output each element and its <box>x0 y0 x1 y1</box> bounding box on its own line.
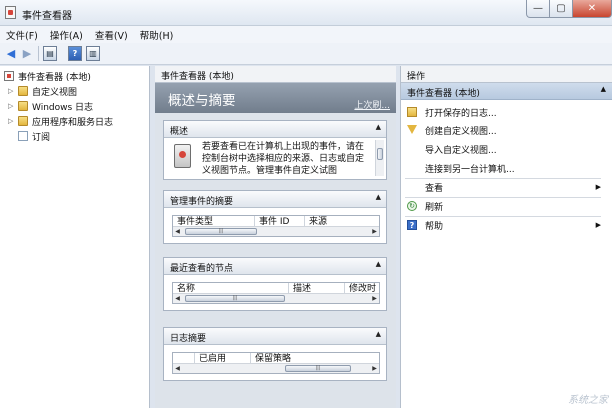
submenu-arrow-icon: ▶ <box>595 221 601 229</box>
menu-bar: 文件(F) 操作(A) 查看(V) 帮助(H) <box>0 26 612 43</box>
actions-pane: 操作 事件查看器 (本地) ▲ 打开保存的日志... 创建自定义视图... 导入… <box>400 66 612 408</box>
expand-arrow-icon[interactable]: ▷ <box>8 87 16 95</box>
center-pane: 事件查看器 (本地) 概述与摘要 上次刷... 概述 ▲ 若要查看已在计算机上出… <box>155 66 396 408</box>
tree-item-label: 事件查看器 (本地) <box>18 72 91 83</box>
vertical-scrollbar[interactable] <box>375 140 384 176</box>
tree-item-windows-logs[interactable]: ▷ Windows 日志 <box>8 99 93 113</box>
tree-item-app-service-logs[interactable]: ▷ 应用程序和服务日志 <box>8 114 113 128</box>
action-refresh[interactable]: ↻ 刷新 <box>401 198 601 214</box>
collapse-chevron-icon[interactable]: ▲ <box>376 260 381 268</box>
tree-item-label: 订阅 <box>32 132 51 143</box>
folder-icon <box>18 116 28 126</box>
event-viewer-icon <box>4 71 14 81</box>
action-view[interactable]: 查看 ▶ <box>401 179 601 195</box>
center-pane-header: 事件查看器 (本地) <box>155 66 396 83</box>
filter-icon <box>407 125 417 134</box>
actions-header: 操作 <box>401 66 612 83</box>
tree-item-custom-views[interactable]: ▷ 自定义视图 <box>8 84 77 98</box>
admin-events-table[interactable]: 事件类型 事件 ID 来源 ◀ ||| ▶ <box>172 215 380 237</box>
overview-text: 若要查看已在计算机上出现的事件，请在控制台树中选择相应的来源、日志或自定义视图节… <box>202 142 365 176</box>
collapse-chevron-icon[interactable]: ▲ <box>376 123 381 131</box>
toolbar-divider <box>38 46 39 61</box>
open-folder-icon <box>407 107 417 117</box>
minimize-button[interactable]: — <box>526 0 550 18</box>
folder-icon <box>18 101 28 111</box>
scroll-right-icon[interactable]: ▶ <box>370 294 379 303</box>
section-title: 概述 <box>170 127 189 137</box>
overview-banner: 概述与摘要 上次刷... <box>155 83 396 113</box>
log-summary-table[interactable]: 已启用 保留策略 ◀ ||| ▶ <box>172 352 380 374</box>
expand-arrow-icon[interactable]: ▷ <box>8 102 16 110</box>
section-header[interactable]: 管理事件的摘要 ▲ <box>164 191 386 208</box>
forward-arrow-icon[interactable]: ▶ <box>20 46 34 61</box>
window-title: 事件查看器 <box>22 11 72 22</box>
collapse-chevron-icon[interactable]: ▲ <box>376 330 381 338</box>
section-title: 日志摘要 <box>170 334 207 344</box>
scroll-left-icon[interactable]: ◀ <box>173 227 182 236</box>
recent-nodes-table[interactable]: 名称 描述 修改时 ◀ ||| ▶ <box>172 282 380 304</box>
horizontal-scrollbar[interactable]: ◀ ||| ▶ <box>173 226 379 236</box>
tree-item-label: 应用程序和服务日志 <box>32 117 114 128</box>
tree-item-root[interactable]: 事件查看器 (本地) <box>4 69 91 83</box>
show-hide-tree-icon[interactable]: ▤ <box>43 46 57 61</box>
section-title: 最近查看的节点 <box>170 264 234 274</box>
action-label: 打开保存的日志... <box>425 108 497 119</box>
submenu-arrow-icon: ▶ <box>595 183 601 191</box>
action-label: 刷新 <box>425 202 444 213</box>
scroll-left-icon[interactable]: ◀ <box>173 364 182 373</box>
last-refresh-link[interactable]: 上次刷... <box>354 98 390 111</box>
section-title: 管理事件的摘要 <box>170 197 234 207</box>
scroll-right-icon[interactable]: ▶ <box>370 227 379 236</box>
subscription-icon <box>18 131 28 141</box>
section-header[interactable]: 日志摘要 ▲ <box>164 328 386 345</box>
section-header[interactable]: 概述 ▲ <box>164 121 386 138</box>
section-header[interactable]: 最近查看的节点 ▲ <box>164 258 386 275</box>
refresh-icon: ↻ <box>407 201 417 211</box>
admin-events-summary-section: 管理事件的摘要 ▲ 事件类型 事件 ID 来源 ◀ ||| ▶ <box>163 190 387 244</box>
expand-arrow-icon[interactable]: ▷ <box>8 117 16 125</box>
log-summary-section: 日志摘要 ▲ 已启用 保留策略 ◀ ||| ▶ <box>163 327 387 381</box>
show-action-pane-icon[interactable]: ▥ <box>86 46 100 61</box>
action-import-custom-view[interactable]: 导入自定义视图... <box>401 141 601 157</box>
action-label: 查看 <box>425 183 444 194</box>
scroll-left-icon[interactable]: ◀ <box>173 294 182 303</box>
action-create-custom-view[interactable]: 创建自定义视图... <box>401 122 601 138</box>
watermark: 系统之家 <box>568 395 608 406</box>
collapse-chevron-icon[interactable]: ▲ <box>601 85 606 93</box>
scroll-right-icon[interactable]: ▶ <box>370 364 379 373</box>
back-arrow-icon[interactable]: ◀ <box>4 46 18 61</box>
event-viewer-icon <box>5 6 16 19</box>
banner-title: 概述与摘要 <box>168 93 236 109</box>
tree-item-label: 自定义视图 <box>32 87 78 98</box>
tree-item-label: Windows 日志 <box>32 102 94 113</box>
menu-help[interactable]: 帮助(H) <box>140 28 174 42</box>
title-bar: 事件查看器 — ▢ ✕ <box>0 0 612 26</box>
horizontal-scrollbar[interactable]: ◀ ||| ▶ <box>173 363 379 373</box>
menu-action[interactable]: 操作(A) <box>50 28 83 42</box>
actions-group-title: 事件查看器 (本地) <box>407 89 480 99</box>
toolbar: ◀ ▶ ▤ ? ▥ <box>0 43 612 65</box>
folder-icon <box>18 86 28 96</box>
action-label: 创建自定义视图... <box>425 126 497 137</box>
close-button[interactable]: ✕ <box>572 0 612 18</box>
action-open-saved-log[interactable]: 打开保存的日志... <box>401 104 601 120</box>
event-viewer-icon <box>174 144 191 168</box>
horizontal-scrollbar[interactable]: ◀ ||| ▶ <box>173 293 379 303</box>
collapse-chevron-icon[interactable]: ▲ <box>376 193 381 201</box>
maximize-button[interactable]: ▢ <box>549 0 573 18</box>
action-label: 连接到另一台计算机... <box>425 164 515 175</box>
help-icon: ? <box>407 220 417 230</box>
overview-section: 概述 ▲ 若要查看已在计算机上出现的事件，请在控制台树中选择相应的来源、日志或自… <box>163 120 387 180</box>
console-tree: 事件查看器 (本地) ▷ 自定义视图 ▷ Windows 日志 ▷ 应用程序和服… <box>0 66 150 408</box>
help-icon[interactable]: ? <box>68 46 82 61</box>
action-help[interactable]: ? 帮助 ▶ <box>401 217 601 233</box>
actions-group-header[interactable]: 事件查看器 (本地) ▲ <box>401 83 612 100</box>
menu-view[interactable]: 查看(V) <box>95 28 128 42</box>
action-label: 帮助 <box>425 221 444 232</box>
menu-file[interactable]: 文件(F) <box>6 28 38 42</box>
action-connect-another-computer[interactable]: 连接到另一台计算机... <box>401 160 601 176</box>
recently-viewed-nodes-section: 最近查看的节点 ▲ 名称 描述 修改时 ◀ ||| ▶ <box>163 257 387 311</box>
action-label: 导入自定义视图... <box>425 145 497 156</box>
tree-item-subscriptions[interactable]: 订阅 <box>18 129 50 143</box>
